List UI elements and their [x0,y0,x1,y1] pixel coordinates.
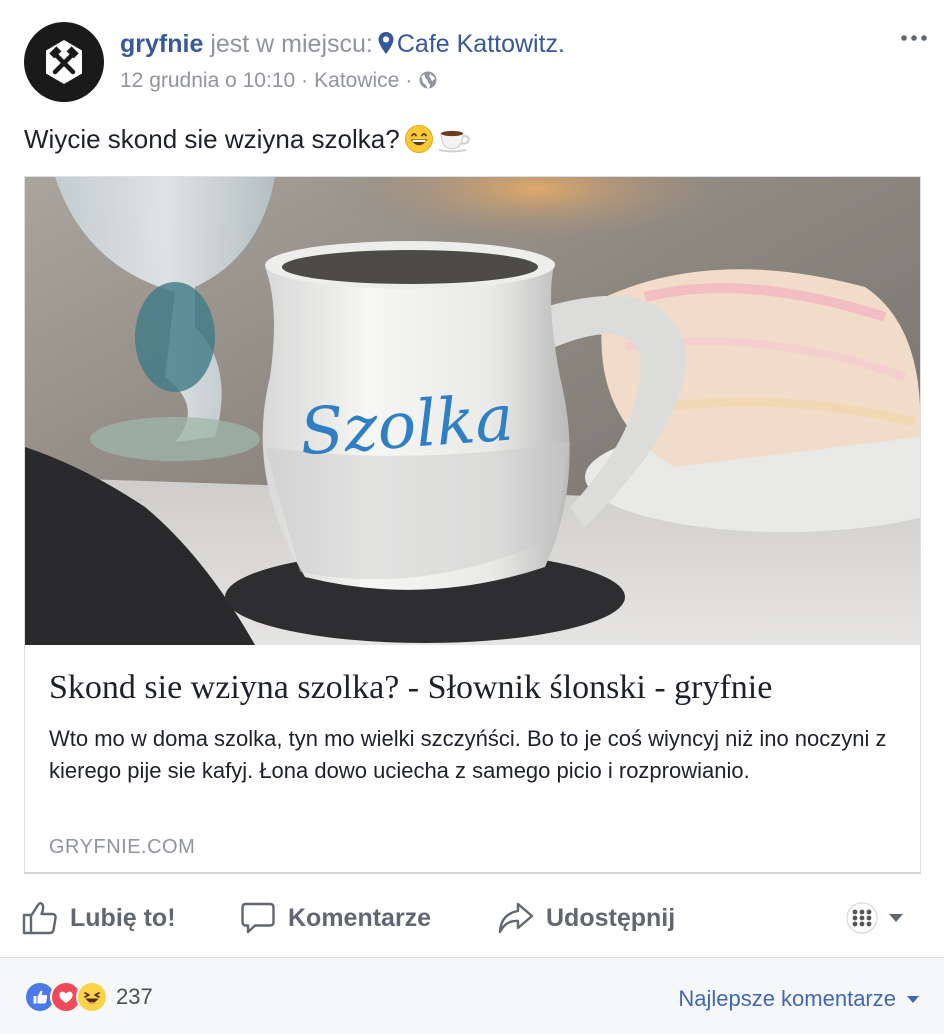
facebook-post: gryfnie jest w miejscu: Cafe Kattowitz. … [0,0,944,1034]
grinning-face-icon [404,125,433,153]
react-as-selector[interactable] [846,902,904,934]
post-message-text: Wiycie skond sie wziyna szolka? [24,124,400,154]
like-label: Lubię to! [70,903,176,932]
post-actions-bar: Lubię to! Komentarze Udostępnij [0,890,944,946]
post-timestamp[interactable]: 12 grudnia o 10:10 [120,69,295,92]
share-arrow-icon [498,902,534,934]
hot-beverage-icon [438,130,470,153]
public-globe-icon[interactable] [418,70,438,90]
meta-separator: · [405,69,413,92]
link-preview-image[interactable]: Szolka [25,177,920,645]
meta-separator: · [301,69,309,92]
place-link[interactable]: Cafe Kattowitz. [397,30,565,58]
post-footer: 237 Najlepsze komentarze [0,958,944,1034]
post-message: Wiycie skond sie wziyna szolka? [24,122,472,156]
link-description: Wto mo w doma szolka, tyn mo wielki szcz… [49,726,887,783]
share-label: Udostępnij [546,903,676,932]
haha-reaction-icon [76,981,108,1013]
link-title[interactable]: Skond sie wziyna szolka? - Słownik ślons… [49,667,772,709]
link-domain: GRYFNIE.COM [49,836,196,858]
comment-sort-label: Najlepsze komentarze [678,986,896,1011]
more-dots-icon [901,35,927,41]
page-avatar-small-icon [846,902,878,934]
more-options-button[interactable] [900,26,928,50]
link-preview-card[interactable]: Szolka Skond sie wziyna szolka? - Słowni… [24,176,921,874]
post-meta: 12 grudnia o 10:10 · Katowice · [120,67,438,95]
share-button[interactable]: Udostępnij [498,890,675,946]
location-pin-icon [378,32,394,54]
comment-sort-dropdown[interactable]: Najlepsze komentarze [678,986,920,1012]
comment-bubble-icon [241,902,275,934]
post-header: gryfnie jest w miejscu: Cafe Kattowitz. [120,28,565,60]
page-avatar[interactable] [24,22,104,102]
chevron-down-icon [907,995,919,1003]
reaction-count: 237 [116,984,153,1009]
thumbs-up-icon [22,902,57,935]
mug-brand-text: Szolka [298,382,516,471]
like-button[interactable]: Lubię to! [22,890,176,946]
cup-photo-illustration: Szolka [25,177,920,645]
post-location[interactable]: Katowice [314,69,399,92]
chevron-down-icon [889,914,903,922]
author-name-link[interactable]: gryfnie [120,30,203,58]
hammer-pick-logo-icon [46,40,82,84]
comment-button[interactable]: Komentarze [240,890,431,946]
checkin-text: jest w miejscu: [210,30,373,58]
comment-label: Komentarze [288,903,432,932]
reactions-summary[interactable]: 237 [24,981,153,1013]
